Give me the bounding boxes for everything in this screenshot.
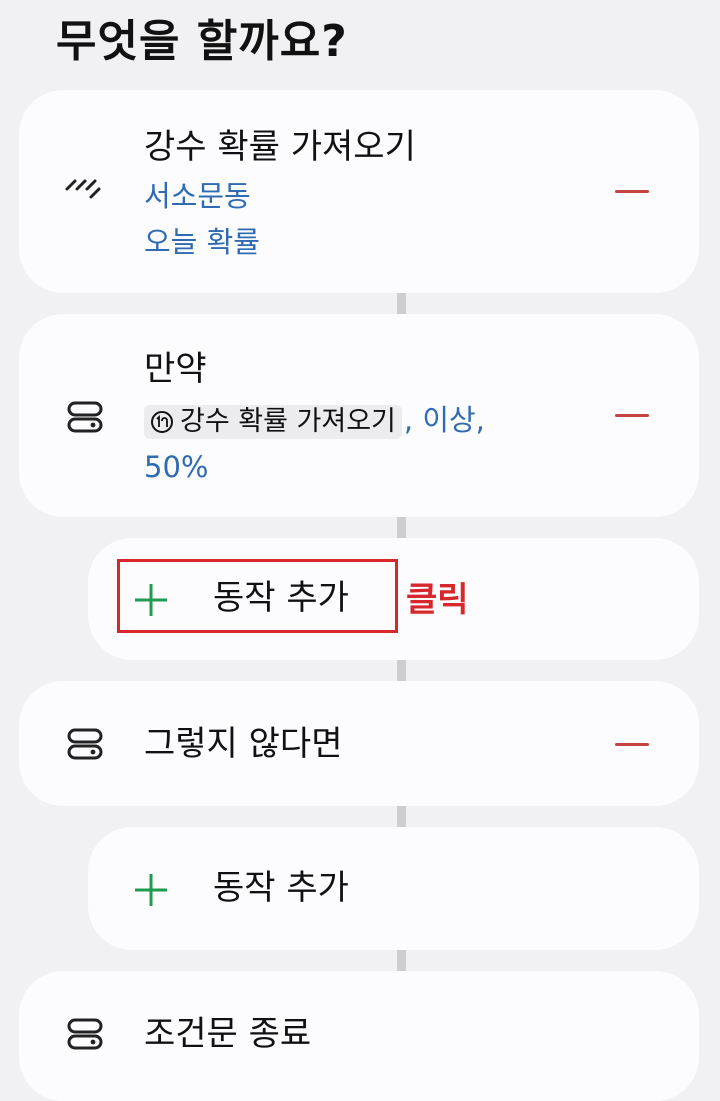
chip-label: 강수 확률 가져오기 (180, 406, 396, 437)
condition-icon (67, 728, 103, 760)
condition-expression[interactable]: 강수 확률 가져오기 , 이상, (144, 397, 485, 443)
condition-operator[interactable]: , 이상, (404, 403, 485, 437)
page-title: 무엇을 할까요? (56, 16, 348, 67)
click-highlight-box (117, 559, 398, 633)
otherwise-card[interactable]: 그렇지 않다면 (19, 681, 699, 806)
location-param[interactable]: 서소문동 (144, 173, 251, 219)
variable-icon (151, 411, 173, 433)
connector-line (397, 950, 406, 972)
connector-line (397, 806, 406, 828)
variable-chip[interactable]: 강수 확률 가져오기 (144, 405, 402, 439)
end-if-card[interactable]: 조건문 종료 (19, 971, 699, 1101)
time-param[interactable]: 오늘 확률 (144, 219, 260, 265)
add-action-button-otherwise[interactable]: 동작 추가 (88, 827, 699, 950)
minus-icon (615, 413, 649, 417)
remove-action-button[interactable] (612, 171, 652, 211)
connector-line (397, 517, 406, 539)
if-condition-card[interactable]: 만약 강수 확률 가져오기 , 이상, 50% (19, 314, 699, 517)
plus-icon (135, 874, 167, 906)
end-if-title: 조건문 종료 (144, 1014, 312, 1054)
action-card-get-precipitation[interactable]: 강수 확률 가져오기 서소문동 오늘 확률 (19, 90, 699, 293)
connector-line (397, 293, 406, 315)
minus-icon (615, 189, 649, 193)
rain-icon (65, 179, 101, 199)
condition-value[interactable]: 50% (144, 444, 208, 490)
action-title: 강수 확률 가져오기 (144, 127, 416, 167)
condition-icon (67, 1018, 103, 1050)
connector-line (397, 660, 406, 682)
add-action-label: 동작 추가 (213, 868, 349, 908)
remove-condition-button[interactable] (612, 395, 652, 435)
condition-icon (67, 401, 103, 433)
if-title: 만약 (144, 349, 207, 389)
click-annotation: 클릭 (406, 580, 469, 620)
remove-otherwise-button[interactable] (612, 724, 652, 764)
otherwise-title: 그렇지 않다면 (144, 724, 343, 764)
minus-icon (615, 742, 649, 746)
